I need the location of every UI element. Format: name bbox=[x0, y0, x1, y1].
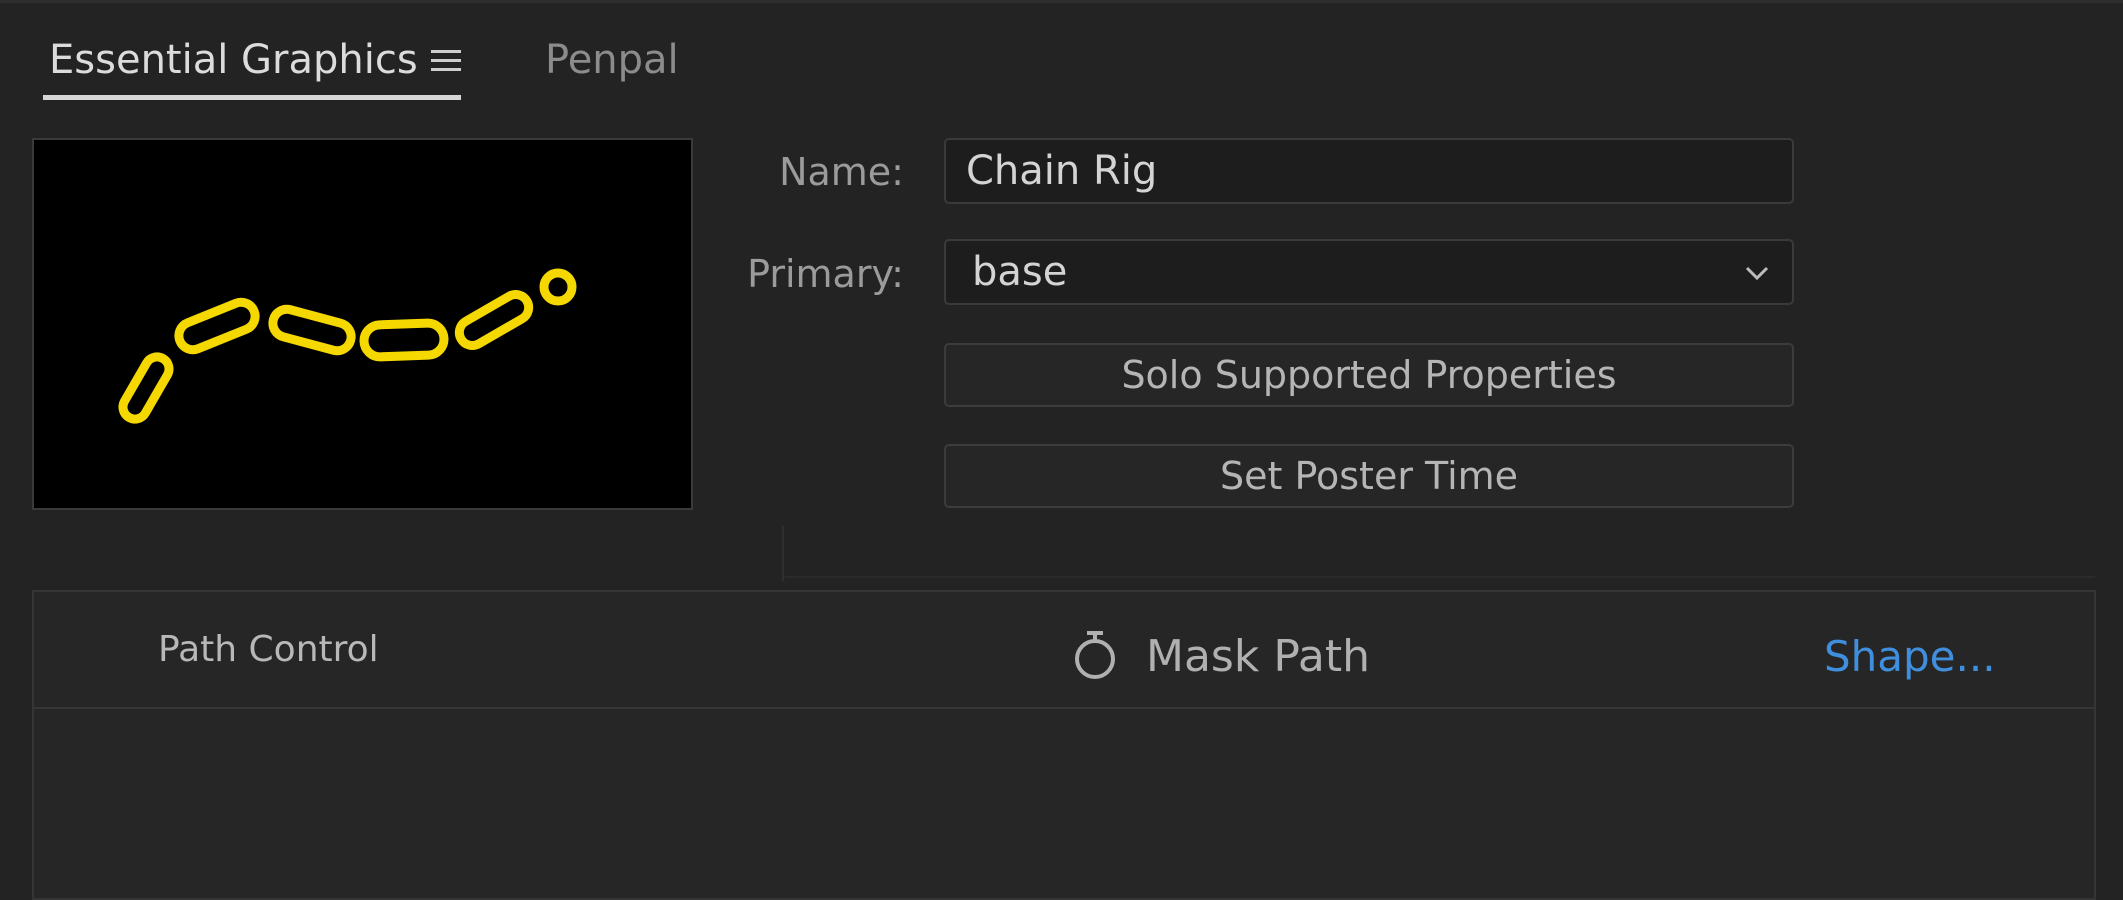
poster-thumbnail bbox=[32, 138, 693, 510]
property-name: Path Control bbox=[158, 629, 379, 670]
hamburger-menu-icon[interactable] bbox=[431, 48, 461, 74]
name-label: Name: bbox=[779, 150, 904, 194]
name-field[interactable]: Chain Rig bbox=[944, 138, 1794, 204]
chain-link-1 bbox=[118, 352, 174, 424]
chain-link-2 bbox=[174, 297, 260, 355]
active-tab-underline bbox=[43, 95, 461, 100]
primary-dropdown[interactable]: base bbox=[944, 239, 1794, 305]
primary-label: Primary: bbox=[747, 252, 904, 296]
chain-end-ring bbox=[539, 268, 577, 306]
chain-link-3 bbox=[268, 304, 356, 356]
chain-link-5 bbox=[454, 290, 534, 350]
chevron-down-icon bbox=[1745, 266, 1769, 281]
property-parameter: Mask Path bbox=[1146, 631, 1370, 682]
set-poster-time-button[interactable]: Set Poster Time bbox=[944, 444, 1794, 508]
panel-divider-horizontal bbox=[785, 576, 2095, 578]
property-row: Path Control Mask Path Shape... bbox=[34, 592, 2094, 709]
solo-supported-properties-button[interactable]: Solo Supported Properties bbox=[944, 343, 1794, 407]
primary-dropdown-value: base bbox=[972, 249, 1068, 295]
tab-essential-graphics-label: Essential Graphics bbox=[49, 37, 418, 83]
chain-link-4 bbox=[359, 318, 449, 362]
chain-preview-image bbox=[118, 268, 577, 424]
panel-top-border bbox=[0, 0, 2123, 3]
name-field-value: Chain Rig bbox=[966, 148, 1158, 194]
tab-essential-graphics[interactable]: Essential Graphics bbox=[43, 30, 461, 100]
properties-panel: Path Control Mask Path Shape... bbox=[32, 590, 2096, 900]
shape-link[interactable]: Shape... bbox=[1824, 592, 1996, 722]
panel-divider-vertical bbox=[782, 526, 784, 581]
stopwatch-icon[interactable] bbox=[1070, 628, 1120, 682]
tab-penpal[interactable]: Penpal bbox=[545, 30, 679, 90]
